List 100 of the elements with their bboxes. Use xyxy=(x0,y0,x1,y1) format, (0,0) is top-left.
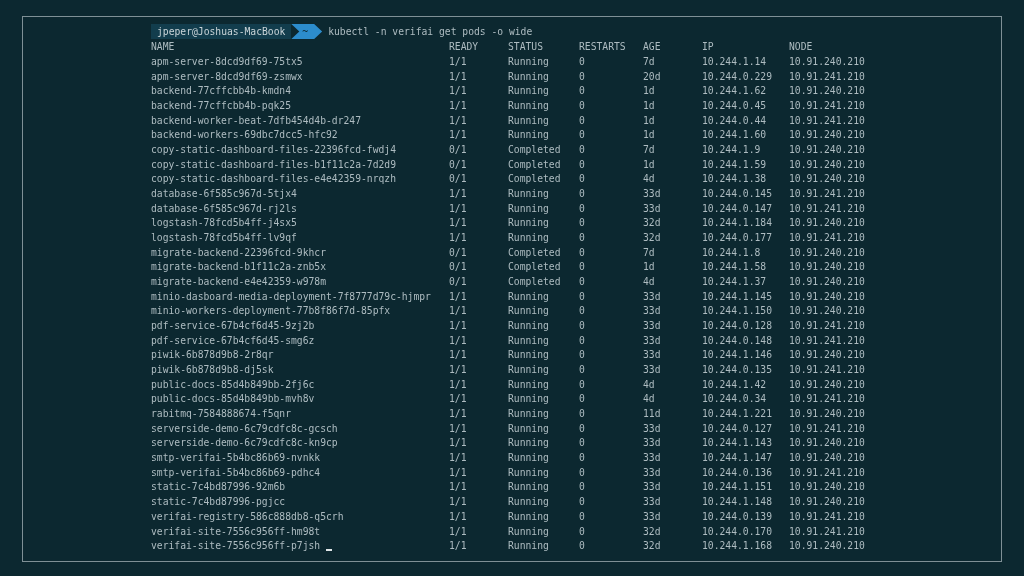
table-cell: 1d xyxy=(643,261,655,274)
table-cell: 10.244.0.139 xyxy=(702,510,772,523)
command-text: kubectl -n verifai get pods -o wide xyxy=(328,26,533,37)
table-cell: Running xyxy=(508,510,549,523)
table-cell: 32d xyxy=(643,217,661,230)
column-header: IP xyxy=(702,41,714,54)
table-cell: 1/1 xyxy=(449,56,467,68)
table-cell: 33d xyxy=(643,422,661,435)
table-cell: 0 xyxy=(579,305,585,318)
table-cell: apm-server-8dcd9df69-75tx5 xyxy=(151,56,303,68)
table-cell: Running xyxy=(508,364,549,377)
table-cell: piwik-6b878d9b8-dj5sk xyxy=(151,364,274,377)
table-cell: 1/1 xyxy=(449,129,467,142)
table-cell: 10.91.241.210 xyxy=(789,334,865,347)
table-cell: 10.244.0.135 xyxy=(702,364,772,377)
table-cell: 7d xyxy=(643,56,655,68)
table-cell: Completed xyxy=(508,276,561,289)
table-cell: Completed xyxy=(508,173,561,186)
table-cell: 1/1 xyxy=(449,437,467,450)
text-cursor xyxy=(326,549,333,552)
table-cell: 1/1 xyxy=(449,378,467,391)
table-cell: 10.244.1.8 xyxy=(702,246,761,259)
table-cell: 10.244.1.151 xyxy=(702,481,772,494)
table-cell: 1/1 xyxy=(449,481,467,494)
table-cell: 0/1 xyxy=(449,261,467,274)
table-cell: 10.91.240.210 xyxy=(789,261,865,274)
table-cell: 10.244.1.145 xyxy=(702,290,772,303)
table-cell: 10.244.0.136 xyxy=(702,466,772,479)
table-cell: 33d xyxy=(643,349,661,362)
column-header: STATUS xyxy=(508,41,543,54)
table-cell: 0 xyxy=(579,408,585,421)
table-cell: 10.244.1.221 xyxy=(702,408,772,421)
table-cell: 0 xyxy=(579,188,585,201)
table-cell: 10.91.240.210 xyxy=(789,496,865,509)
table-cell: Completed xyxy=(508,158,561,171)
table-cell: 0/1 xyxy=(449,173,467,186)
table-cell: 0 xyxy=(579,466,585,479)
table-cell: 10.91.240.210 xyxy=(789,349,865,362)
table-cell: migrate-backend-22396fcd-9khcr xyxy=(151,246,326,259)
table-cell: 1/1 xyxy=(449,85,467,98)
table-cell: 0 xyxy=(579,85,585,98)
column-header: READY xyxy=(449,41,479,54)
table-cell: 1/1 xyxy=(449,114,467,127)
table-cell: 1/1 xyxy=(449,510,467,523)
table-cell: 10.91.240.210 xyxy=(789,56,865,68)
table-cell: public-docs-85d4b849bb-2fj6c xyxy=(151,378,315,391)
table-cell: 1d xyxy=(643,129,655,142)
table-cell: 33d xyxy=(643,510,661,523)
table-cell: 10.91.240.210 xyxy=(789,378,865,391)
table-cell: Running xyxy=(508,496,549,509)
table-cell: Running xyxy=(508,85,549,98)
table-cell: 1/1 xyxy=(449,452,467,465)
table-cell: 10.91.241.210 xyxy=(789,70,865,83)
table-cell: 10.91.241.210 xyxy=(789,320,865,333)
table-cell: 10.91.241.210 xyxy=(789,232,865,245)
table-cell: Completed xyxy=(508,246,561,259)
table-cell: 0 xyxy=(579,510,585,523)
table-cell: 10.91.241.210 xyxy=(789,510,865,523)
table-cell: 10.244.1.150 xyxy=(702,305,772,318)
table-cell: 32d xyxy=(643,540,661,553)
table-cell: 0 xyxy=(579,202,585,215)
table-cell: 10.244.0.44 xyxy=(702,114,767,127)
table-cell: 0 xyxy=(579,349,585,362)
table-cell: 0 xyxy=(579,481,585,494)
table-cell: Running xyxy=(508,202,549,215)
table-cell: 10.91.240.210 xyxy=(789,144,865,157)
table-cell: 10.91.241.210 xyxy=(789,393,865,406)
table-cell: Running xyxy=(508,129,549,142)
table-cell: 1d xyxy=(643,114,655,127)
table-cell: migrate-backend-e4e42359-w978m xyxy=(151,276,326,289)
table-cell: 10.244.1.168 xyxy=(702,540,772,553)
table-cell: 10.244.1.60 xyxy=(702,129,767,142)
table-cell: Completed xyxy=(508,261,561,274)
table-cell: backend-77cffcbb4b-pqk25 xyxy=(151,100,291,112)
table-cell: 0 xyxy=(579,232,585,245)
table-cell: 0 xyxy=(579,437,585,450)
table-cell: public-docs-85d4b849bb-mvh8v xyxy=(151,393,315,406)
table-cell: 10.91.240.210 xyxy=(789,452,865,465)
table-cell: 0 xyxy=(579,114,585,127)
table-cell: logstash-78fcd5b4ff-lv9qf xyxy=(151,232,297,245)
table-cell: 0 xyxy=(579,276,585,289)
table-cell: 33d xyxy=(643,364,661,377)
table-cell: 10.91.240.210 xyxy=(789,129,865,142)
table-cell: Running xyxy=(508,466,549,479)
table-cell: Running xyxy=(508,540,549,553)
table-cell: Running xyxy=(508,290,549,303)
table-cell: 32d xyxy=(643,525,661,538)
table-cell: Running xyxy=(508,114,549,127)
column-header: NODE xyxy=(789,41,813,54)
table-cell: 1/1 xyxy=(449,349,467,362)
table-cell: 10.244.0.177 xyxy=(702,232,772,245)
table-cell: verifai-registry-586c888db8-q5crh xyxy=(151,510,344,523)
table-cell: 0 xyxy=(579,320,585,333)
table-cell: 10.244.1.58 xyxy=(702,261,767,274)
table-cell: 0 xyxy=(579,100,585,112)
table-cell: 33d xyxy=(643,320,661,333)
table-cell: 10.244.1.148 xyxy=(702,496,772,509)
table-cell: logstash-78fcd5b4ff-j4sx5 xyxy=(151,217,297,230)
table-cell: 1/1 xyxy=(449,188,467,201)
table-cell: 10.91.240.210 xyxy=(789,85,865,98)
